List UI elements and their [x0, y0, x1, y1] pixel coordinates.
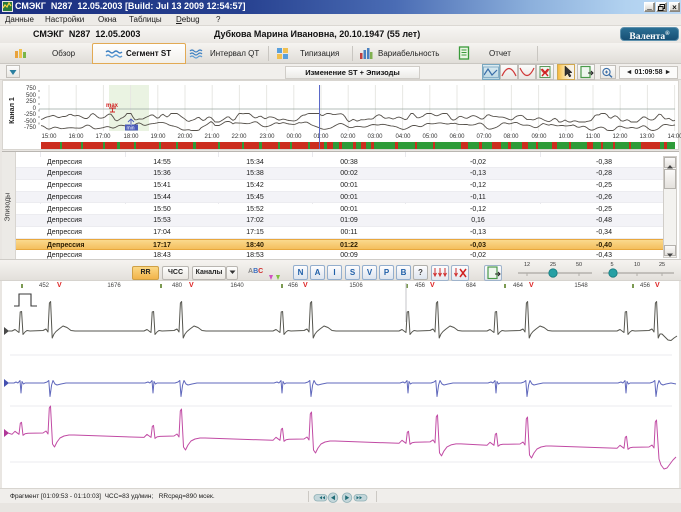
- svg-text:min: min: [127, 126, 135, 131]
